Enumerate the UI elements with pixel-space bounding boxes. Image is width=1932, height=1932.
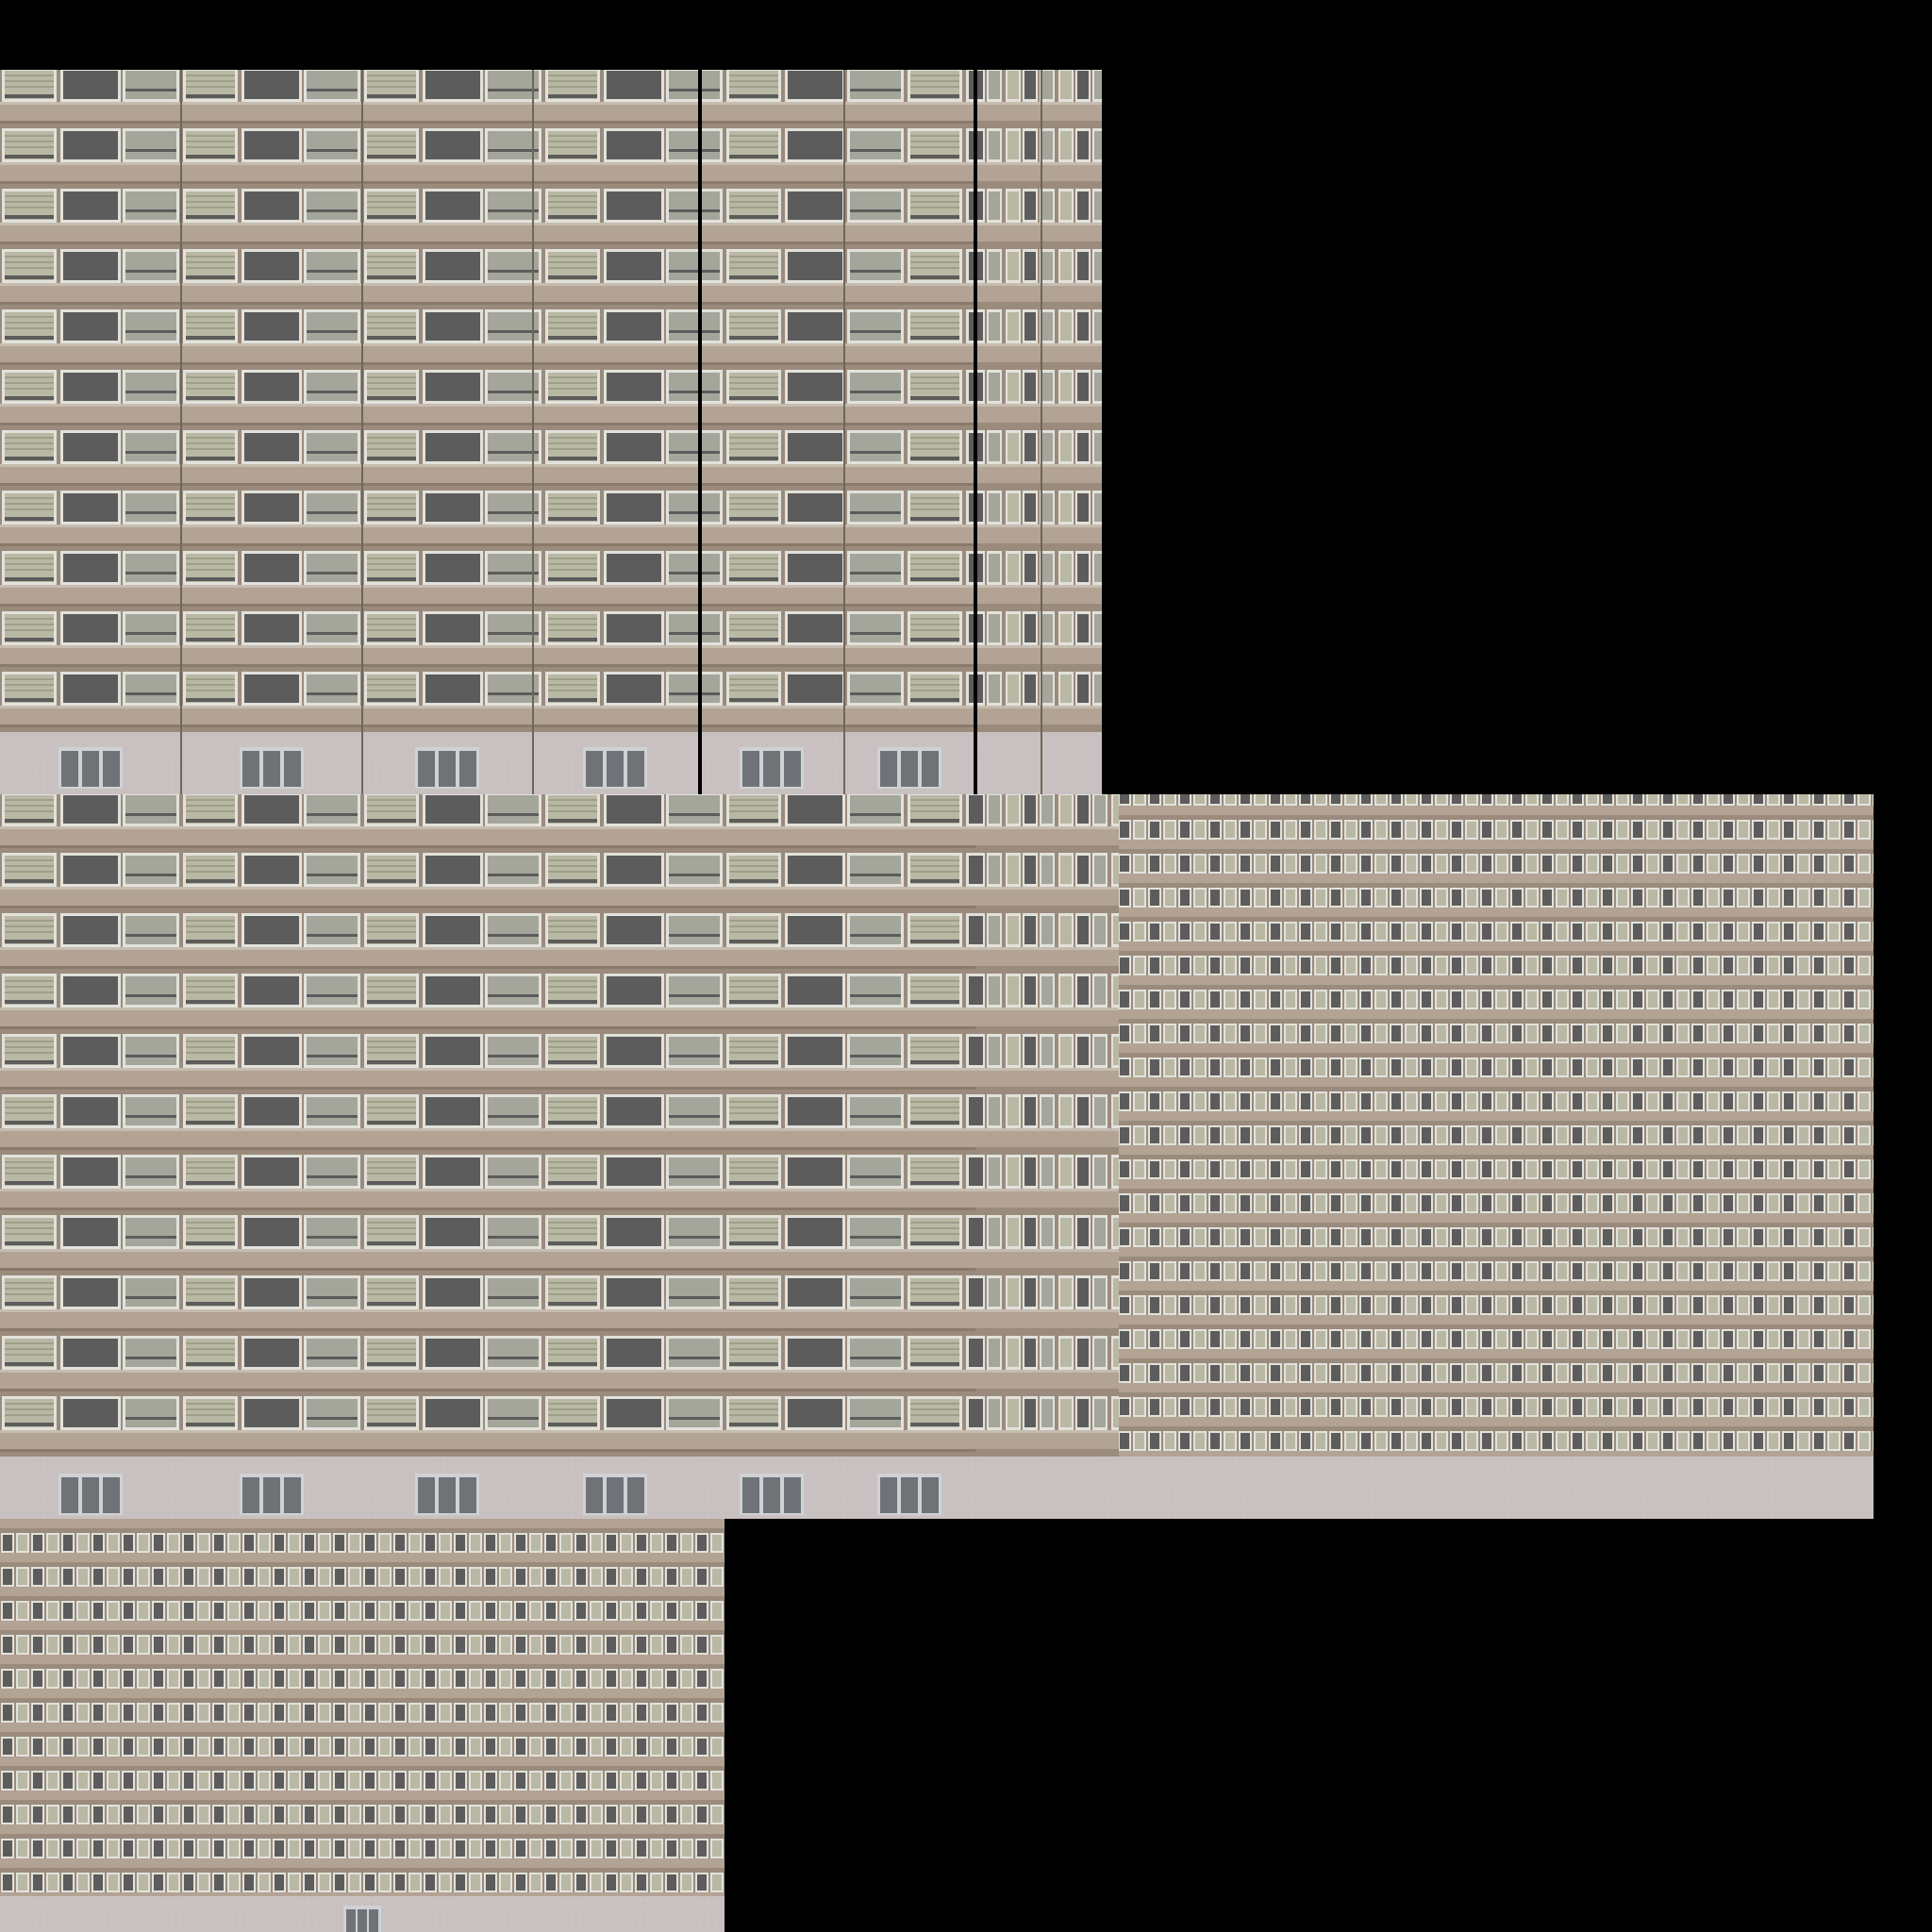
entrance-door [240, 1474, 304, 1515]
facade-floors-middle-compressed [975, 794, 1119, 1457]
facade-panel-top [0, 70, 1102, 794]
entrance-door [877, 747, 941, 789]
entrance-door [740, 1474, 804, 1515]
facade-floors-top [0, 70, 1102, 732]
entrance-door [58, 747, 123, 789]
entrance-door [583, 747, 647, 789]
facade-floors-bottom [0, 1519, 724, 1896]
entrance-door [58, 1474, 123, 1515]
entrance-door [877, 1474, 941, 1515]
entrance-door [415, 1474, 479, 1515]
atlas-canvas [0, 70, 1874, 1932]
entrance-doors-bottom [343, 1906, 381, 1932]
entrance-door [740, 747, 804, 789]
facade-floors-top-compressed [975, 70, 1102, 732]
texture-atlas [0, 0, 1932, 1932]
entrance-door [415, 747, 479, 789]
facade-floors-middle [0, 794, 975, 1457]
entrance-door [583, 1474, 647, 1515]
facade-panel-middle [0, 794, 1874, 1519]
facade-panel-bottom [0, 1519, 724, 1932]
facade-floors-middle-tiny [1119, 794, 1874, 1457]
entrance-door [240, 747, 304, 789]
